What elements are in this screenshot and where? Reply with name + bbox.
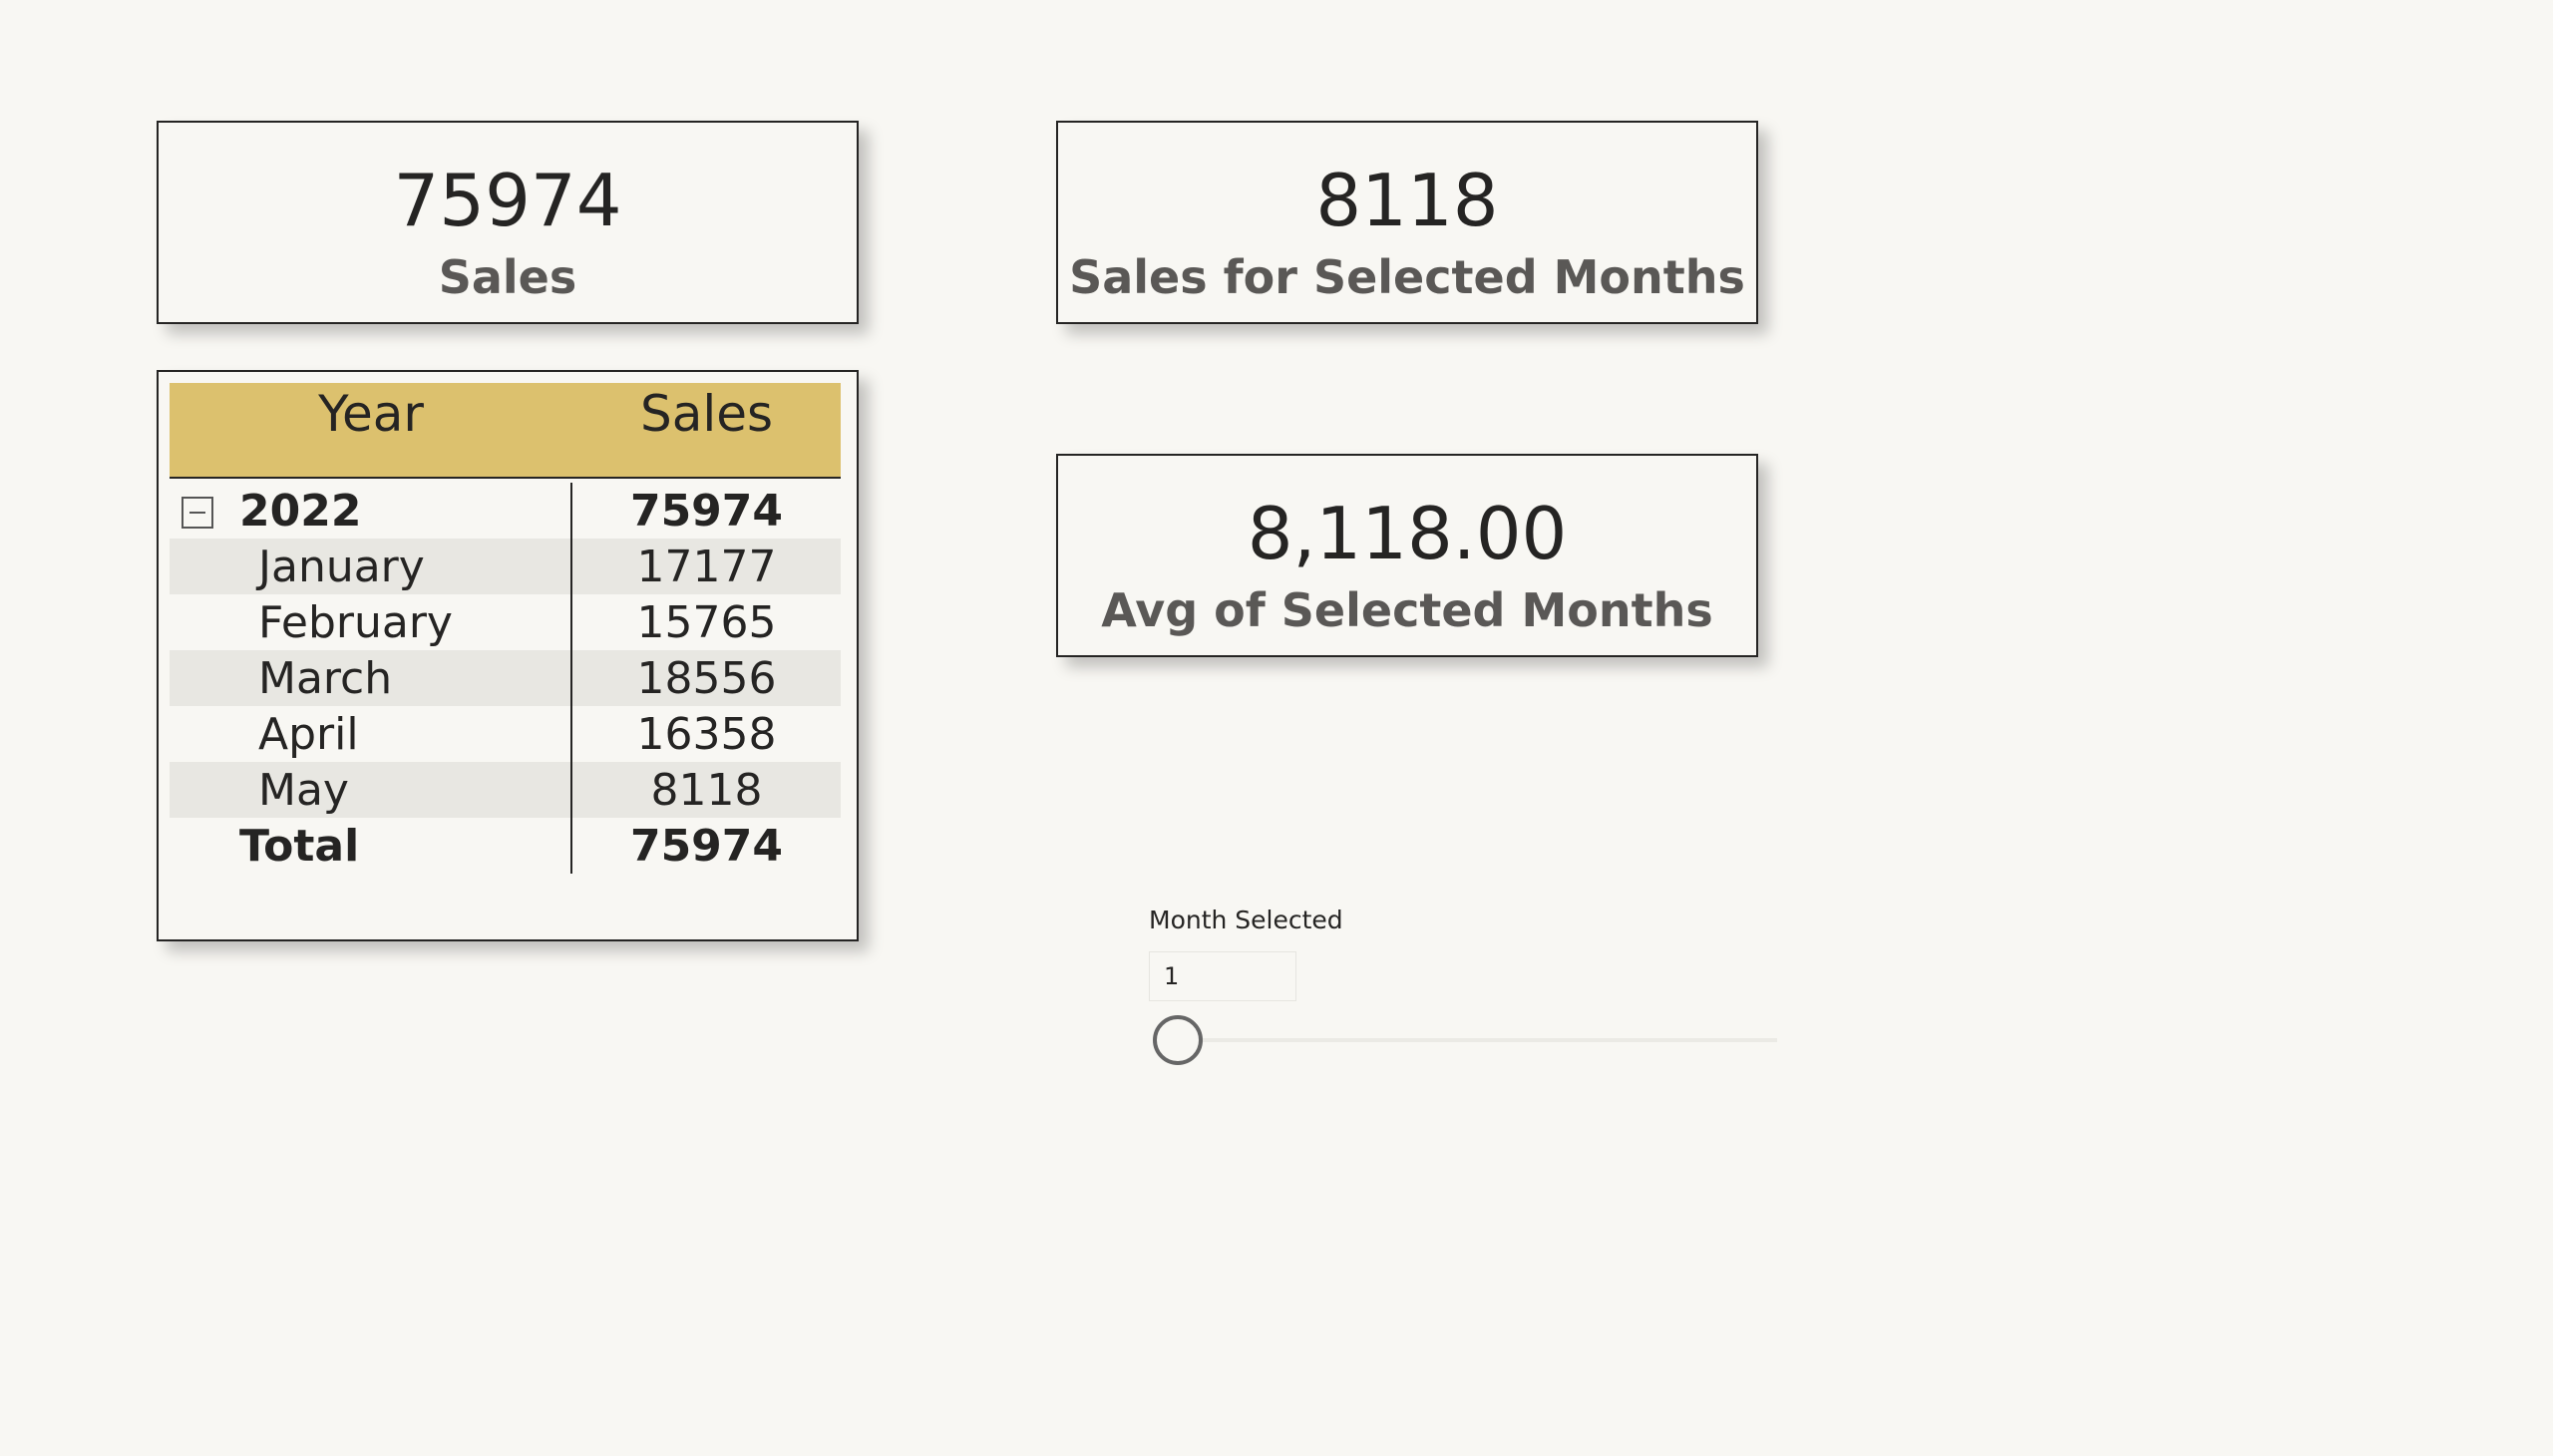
selected-months-sales-card[interactable]: 8118 Sales for Selected Months <box>1056 121 1758 324</box>
matrix-group-row: 2022 75974 <box>170 483 841 539</box>
sales-card[interactable]: 75974 Sales <box>157 121 859 324</box>
month-label: May <box>170 762 572 818</box>
report-canvas: 75974 Sales 8118 Sales for Selected Mont… <box>0 0 2553 1456</box>
month-value: 15765 <box>636 596 777 648</box>
group-row-label: 2022 <box>239 485 362 537</box>
slider-track[interactable] <box>1179 1038 1777 1042</box>
month-label: February <box>170 594 572 650</box>
sales-card-label: Sales <box>438 250 577 304</box>
month-selected-slicer: Month Selected <box>1149 906 1777 1075</box>
month-label: March <box>170 650 572 706</box>
month-value: 8118 <box>650 764 763 816</box>
matrix-total-row: Total 75974 <box>170 818 841 874</box>
month-value: 16358 <box>636 708 777 760</box>
month-value: 18556 <box>636 652 777 704</box>
matrix-month-row: February 15765 <box>170 594 841 650</box>
month-label: April <box>170 706 572 762</box>
column-header-sales[interactable]: Sales <box>572 383 841 477</box>
slicer-title: Month Selected <box>1149 906 1343 934</box>
avg-selected-months-value: 8,118.00 <box>1247 492 1568 575</box>
matrix-month-row: March 18556 <box>170 650 841 706</box>
month-value: 17177 <box>636 541 777 592</box>
matrix-month-row: April 16358 <box>170 706 841 762</box>
sales-matrix: Year Sales 2022 75974 January 17177 Febr… <box>170 383 841 874</box>
slider-thumb[interactable] <box>1153 1015 1203 1065</box>
avg-selected-months-label: Avg of Selected Months <box>1101 583 1713 637</box>
matrix-body: 2022 75974 January 17177 February 15765 … <box>170 479 841 874</box>
month-selected-input[interactable] <box>1149 951 1296 1001</box>
selected-months-sales-value: 8118 <box>1315 159 1499 242</box>
selected-months-sales-label: Sales for Selected Months <box>1069 250 1745 304</box>
column-header-year[interactable]: Year <box>170 383 572 477</box>
matrix-header: Year Sales <box>170 383 841 479</box>
sales-matrix-visual[interactable]: Year Sales 2022 75974 January 17177 Febr… <box>157 370 859 941</box>
avg-selected-months-card[interactable]: 8,118.00 Avg of Selected Months <box>1056 454 1758 657</box>
month-label: January <box>170 539 572 594</box>
matrix-month-row: January 17177 <box>170 539 841 594</box>
group-row-value: 75974 <box>629 485 784 537</box>
total-label: Total <box>170 818 572 874</box>
total-value: 75974 <box>629 820 784 872</box>
collapse-minus-icon[interactable] <box>182 497 213 529</box>
matrix-month-row: May 8118 <box>170 762 841 818</box>
sales-card-value: 75974 <box>393 159 622 242</box>
